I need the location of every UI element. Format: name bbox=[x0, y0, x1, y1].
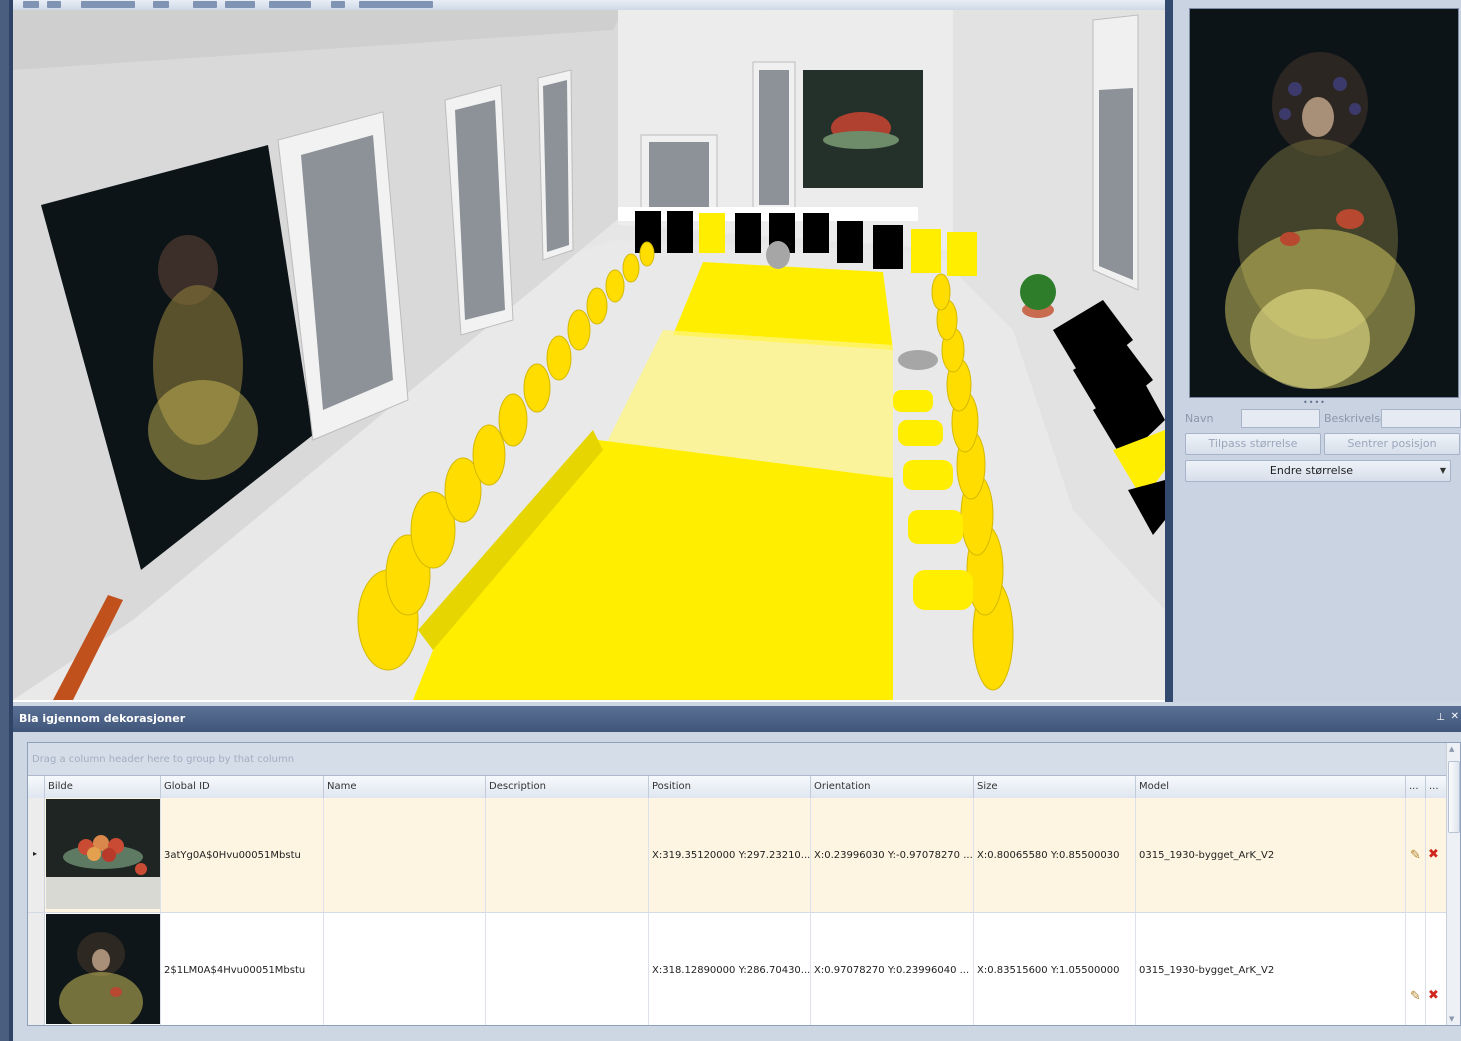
cell-description bbox=[485, 913, 648, 1025]
toolbar-button[interactable] bbox=[225, 1, 255, 8]
cell-model: 0315_1930-bygget_ArK_V2 bbox=[1135, 798, 1405, 912]
preview-panel: •••• Navn Beskrivelse Tilpass størrelse … bbox=[1173, 0, 1461, 702]
column-header-model[interactable]: Model bbox=[1135, 776, 1405, 798]
cell-size: X:0.80065580 Y:0.85500030 bbox=[973, 798, 1135, 912]
cell-position: X:319.35120000 Y:297.23210... bbox=[648, 798, 810, 912]
table-row[interactable]: 2$1LM0A$4Hvu00051Mbstu X:318.12890000 Y:… bbox=[28, 913, 1446, 1025]
preview-image bbox=[1189, 8, 1459, 398]
column-header-row: Bilde Global ID Name Description Positio… bbox=[28, 775, 1446, 799]
vertical-scrollbar[interactable]: ▲ ▼ bbox=[1446, 743, 1460, 1025]
row-indicator: ▸ bbox=[28, 798, 45, 912]
column-header-delete[interactable]: ... bbox=[1425, 776, 1446, 798]
toolbar-button[interactable] bbox=[47, 1, 61, 8]
resize-button[interactable]: Endre størrelse bbox=[1185, 460, 1438, 482]
decorations-grid: Drag a column header here to group by th… bbox=[27, 742, 1461, 1026]
group-by-hint: Drag a column header here to group by th… bbox=[32, 754, 295, 765]
scroll-down-icon[interactable]: ▼ bbox=[1449, 1015, 1454, 1023]
toolbar-button[interactable] bbox=[331, 1, 345, 8]
resize-grip[interactable]: •••• bbox=[1303, 398, 1326, 407]
center-position-button[interactable]: Sentrer posisjon bbox=[1324, 433, 1460, 455]
column-header-size[interactable]: Size bbox=[973, 776, 1135, 798]
cell-name bbox=[323, 913, 485, 1025]
thumbnail-infanta-portrait bbox=[46, 914, 160, 1024]
cell-name bbox=[323, 798, 485, 912]
3d-viewport[interactable] bbox=[13, 10, 1165, 700]
resize-dropdown-arrow[interactable]: ▼ bbox=[1436, 460, 1451, 482]
delete-x-icon[interactable]: ✖ bbox=[1428, 847, 1442, 862]
cell-global-id: 3atYg0A$0Hvu00051Mbstu bbox=[160, 798, 323, 912]
toolbar-button[interactable] bbox=[81, 1, 135, 8]
toolbar-button[interactable] bbox=[23, 1, 39, 8]
cell-description bbox=[485, 798, 648, 912]
scrollbar-thumb[interactable] bbox=[1448, 761, 1460, 833]
toolbar-button[interactable] bbox=[269, 1, 311, 8]
fit-size-button[interactable]: Tilpass størrelse bbox=[1185, 433, 1321, 455]
cell-orientation: X:0.97078270 Y:0.23996040 ... bbox=[810, 913, 973, 1025]
row-indicator bbox=[28, 913, 45, 1025]
edit-pencil-icon[interactable]: ✎ bbox=[1410, 989, 1424, 1004]
column-header-global-id[interactable]: Global ID bbox=[160, 776, 323, 798]
thumbnail-fruit-bowl bbox=[46, 799, 160, 909]
delete-x-icon[interactable]: ✖ bbox=[1428, 988, 1442, 1003]
cell-size: X:0.83515600 Y:1.05500000 bbox=[973, 913, 1135, 1025]
name-field[interactable] bbox=[1241, 409, 1320, 428]
cell-global-id: 2$1LM0A$4Hvu00051Mbstu bbox=[160, 913, 323, 1025]
cell-orientation: X:0.23996030 Y:-0.97078270 ... bbox=[810, 798, 973, 912]
dock-title: Bla igjennom dekorasjoner bbox=[19, 712, 186, 725]
cell-model: 0315_1930-bygget_ArK_V2 bbox=[1135, 913, 1405, 1025]
toolbar-button[interactable] bbox=[153, 1, 169, 8]
scroll-up-icon[interactable]: ▲ bbox=[1449, 745, 1454, 753]
group-by-panel[interactable]: Drag a column header here to group by th… bbox=[28, 743, 1446, 775]
edit-pencil-icon[interactable]: ✎ bbox=[1410, 848, 1424, 863]
description-label: Beskrivelse bbox=[1324, 412, 1387, 425]
close-icon[interactable]: ✕ bbox=[1451, 711, 1459, 722]
name-label: Navn bbox=[1185, 412, 1214, 425]
toolbar-button[interactable] bbox=[359, 1, 433, 8]
column-header-orientation[interactable]: Orientation bbox=[810, 776, 973, 798]
column-header-position[interactable]: Position bbox=[648, 776, 810, 798]
column-header-bilde[interactable]: Bilde bbox=[44, 776, 160, 798]
column-header-edit[interactable]: ... bbox=[1405, 776, 1425, 798]
cell-position: X:318.12890000 Y:286.70430... bbox=[648, 913, 810, 1025]
toolbar-button[interactable] bbox=[193, 1, 217, 8]
table-row[interactable]: ▸ 3atYg0A$0Hvu00051Mbstu X:319.35120000 … bbox=[28, 798, 1446, 913]
column-header-description[interactable]: Description bbox=[485, 776, 648, 798]
room-render bbox=[13, 10, 1165, 700]
vertical-splitter[interactable] bbox=[1165, 0, 1173, 702]
dock-header: Bla igjennom dekorasjoner ⊥ ✕ bbox=[13, 706, 1461, 732]
pin-icon[interactable]: ⊥ bbox=[1436, 712, 1445, 723]
decorations-browser-panel: Bla igjennom dekorasjoner ⊥ ✕ Drag a col… bbox=[13, 702, 1461, 1041]
description-field[interactable] bbox=[1381, 409, 1461, 428]
column-header-name[interactable]: Name bbox=[323, 776, 485, 798]
